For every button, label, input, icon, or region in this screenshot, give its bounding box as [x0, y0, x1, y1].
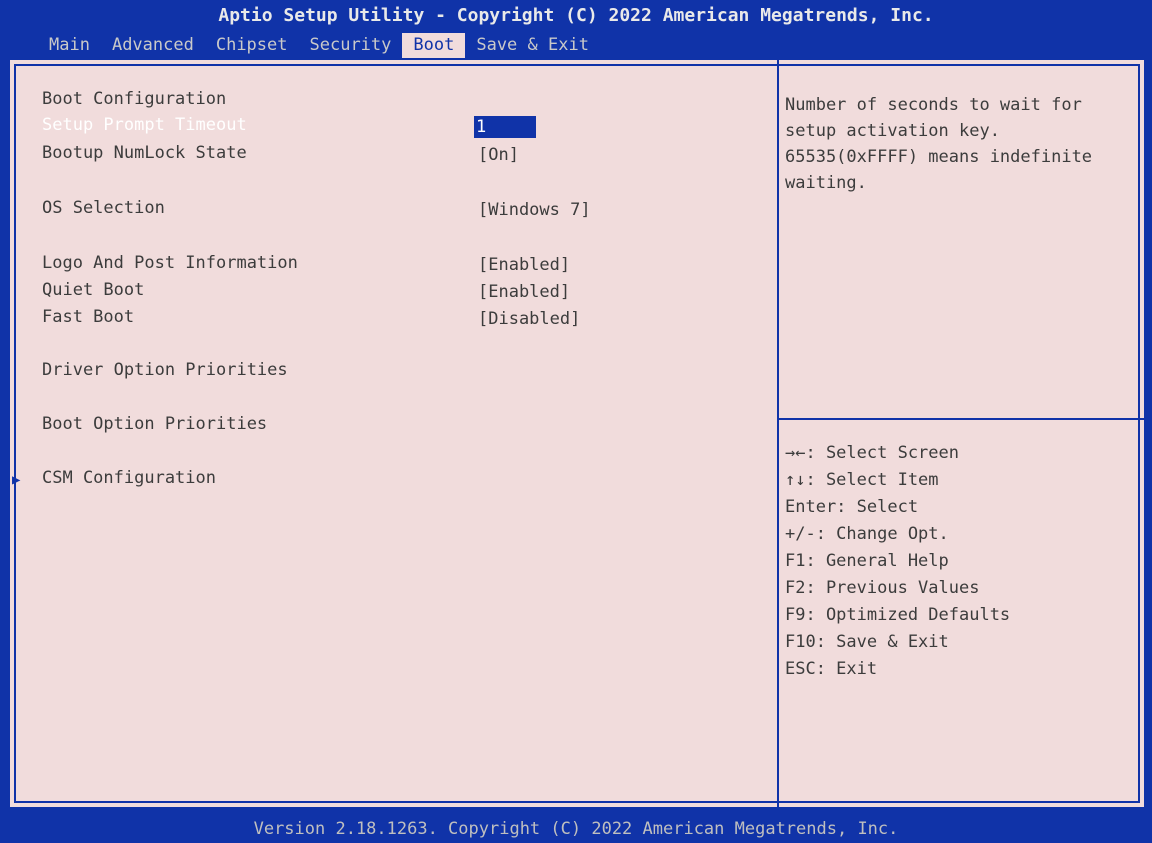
- help-text-line-1: Number of seconds to wait for: [785, 95, 1082, 115]
- boot-option-priorities-heading: Boot Option Priorities: [42, 414, 268, 434]
- driver-option-priorities-heading: Driver Option Priorities: [42, 360, 288, 380]
- key-previous-values: F2: Previous Values: [785, 578, 980, 598]
- setting-label-logo-post-information[interactable]: Logo And Post Information: [42, 252, 298, 274]
- setting-label-quiet-boot[interactable]: Quiet Boot: [42, 279, 144, 301]
- version-text: Version 2.18.1263. Copyright (C) 2022 Am…: [253, 819, 899, 839]
- key-optimized-defaults: F9: Optimized Defaults: [785, 605, 1011, 625]
- key-general-help: F1: General Help: [785, 551, 949, 571]
- key-select-item: ↑↓: Select Item: [785, 470, 939, 490]
- header-bar: Aptio Setup Utility - Copyright (C) 2022…: [0, 0, 1152, 59]
- submenu-csm-configuration[interactable]: CSM Configuration: [42, 467, 216, 489]
- help-text-line-3: 65535(0xFFFF) means indefinite: [785, 147, 1093, 167]
- utility-title: Aptio Setup Utility - Copyright (C) 2022…: [218, 5, 934, 26]
- tab-save-exit[interactable]: Save & Exit: [465, 33, 600, 57]
- setting-value-setup-prompt-timeout[interactable]: 1: [474, 116, 536, 138]
- setting-value-os-selection[interactable]: [Windows 7]: [478, 199, 591, 221]
- section-title-boot-configuration: Boot Configuration: [42, 89, 227, 109]
- setting-value-bootup-numlock-state[interactable]: [On]: [478, 144, 519, 166]
- help-text-line-4: waiting.: [785, 173, 867, 193]
- setting-label-fast-boot[interactable]: Fast Boot: [42, 306, 134, 328]
- key-esc-exit: ESC: Exit: [785, 659, 878, 679]
- tab-chipset[interactable]: Chipset: [205, 33, 299, 57]
- help-text-line-2: setup activation key.: [785, 121, 1000, 141]
- vertical-divider: [777, 60, 779, 807]
- submenu-arrow-icon: ▶: [12, 472, 21, 488]
- footer-bar: Version 2.18.1263. Copyright (C) 2022 Am…: [0, 809, 1152, 843]
- setting-label-os-selection[interactable]: OS Selection: [42, 197, 165, 219]
- main-panel: Boot Configuration Setup Prompt Timeout …: [8, 58, 1146, 809]
- setting-value-logo-post-information[interactable]: [Enabled]: [478, 254, 570, 276]
- key-enter-select: Enter: Select: [785, 497, 919, 517]
- tab-bar: Main Advanced Chipset Security Boot Save…: [38, 33, 600, 59]
- setting-value-fast-boot[interactable]: [Disabled]: [478, 308, 580, 330]
- key-legend: →←: Select Screen ↑↓: Select Item Enter:…: [785, 440, 1010, 683]
- key-select-screen: →←: Select Screen: [785, 443, 959, 463]
- key-save-exit: F10: Save & Exit: [785, 632, 949, 652]
- help-divider: [779, 418, 1144, 420]
- tab-security[interactable]: Security: [299, 33, 403, 57]
- setting-value-quiet-boot[interactable]: [Enabled]: [478, 281, 570, 303]
- tab-main[interactable]: Main: [38, 33, 101, 57]
- setting-label-setup-prompt-timeout[interactable]: Setup Prompt Timeout: [42, 114, 247, 136]
- key-change-opt: +/-: Change Opt.: [785, 524, 949, 544]
- tab-boot[interactable]: Boot: [402, 33, 466, 59]
- setting-label-bootup-numlock-state[interactable]: Bootup NumLock State: [42, 142, 247, 164]
- tab-advanced[interactable]: Advanced: [101, 33, 205, 57]
